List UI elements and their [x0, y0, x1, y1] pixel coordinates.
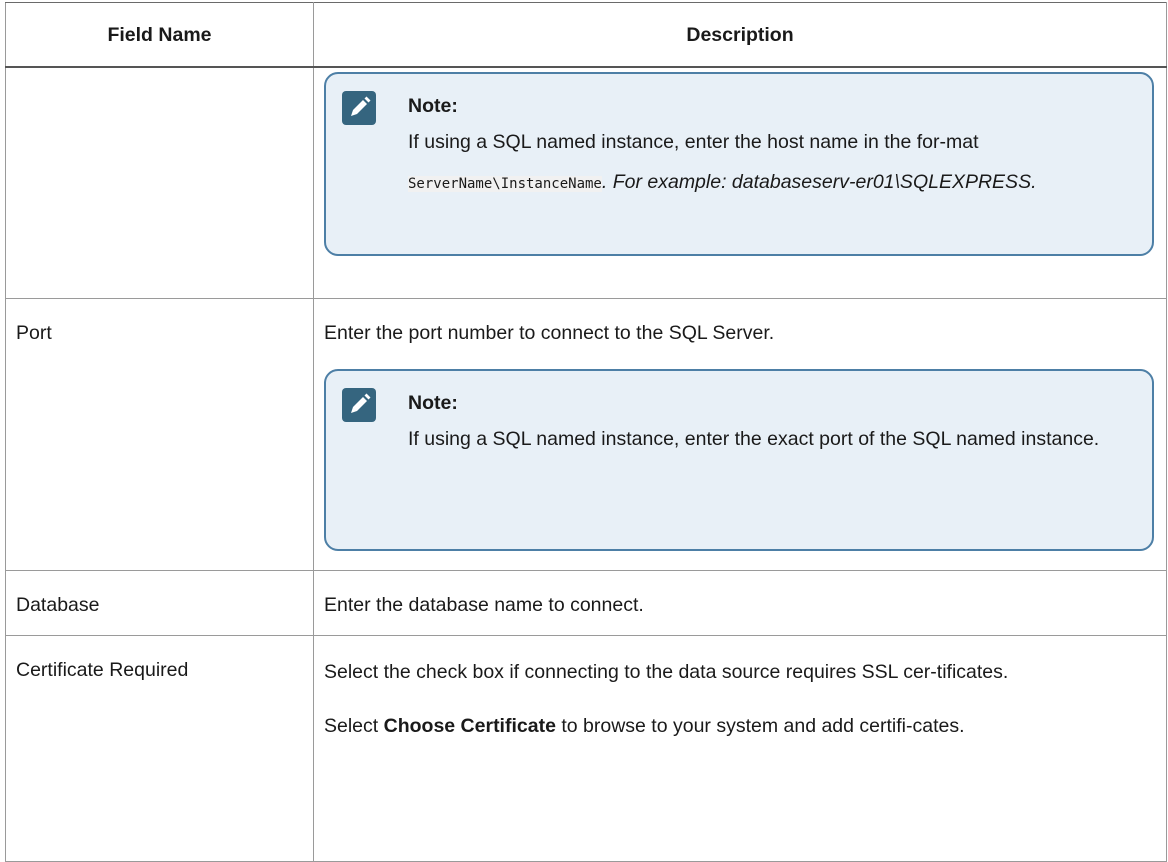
table-row: Note: If using a SQL named instance, ent…: [5, 66, 1167, 299]
note-title: Note:: [408, 95, 458, 117]
para-end: to browse to your system and add certifi…: [555, 714, 965, 737]
fields-table: Field Name Description Note: If using a: [5, 2, 1167, 862]
field-cell: [5, 66, 314, 299]
description-cell: Enter the database name to connect.: [313, 569, 1167, 636]
description-paragraph: Select Choose Certificate to browse to y…: [324, 706, 1156, 746]
description-text: Enter the database name to connect.: [324, 593, 644, 616]
note-title: Note:: [408, 391, 458, 414]
choose-certificate-label: Choose Certificate: [383, 714, 556, 737]
note-box: Note: If using a SQL named instance, ent…: [324, 72, 1154, 256]
description-text: Enter the port number to connect to the …: [324, 321, 775, 344]
para-start: Select: [324, 714, 384, 737]
table-header-row: Field Name Description: [5, 2, 1167, 68]
note-code: ServerName\InstanceName: [408, 176, 602, 192]
description-cell: Note: If using a SQL named instance, ent…: [313, 66, 1167, 299]
note-box: Note: If using a SQL named instance, ent…: [324, 368, 1154, 551]
header-description: Description: [313, 2, 1167, 68]
field-cell: Certificate Required: [5, 634, 314, 862]
description-text: Select the check box if connecting to th…: [324, 660, 1009, 683]
field-name: Database: [16, 593, 100, 616]
field-name: Port: [16, 321, 52, 344]
note-text-start: If using a SQL named instance, enter the…: [408, 131, 979, 153]
description-cell: Enter the port number to connect to the …: [313, 297, 1167, 571]
note-text: If using a SQL named instance, enter the…: [408, 122, 1132, 204]
pencil-icon: [342, 91, 376, 125]
pencil-icon: [342, 387, 376, 422]
field-cell: Database: [5, 569, 314, 636]
note-example: . For example: databaseserv-er01\SQLEXPR…: [601, 171, 1037, 193]
field-cell: Port: [5, 297, 314, 571]
table-row: Certificate Required Select the check bo…: [5, 634, 1167, 862]
description-cell: Select the check box if connecting to th…: [313, 634, 1167, 862]
note-text: If using a SQL named instance, enter the…: [408, 427, 1100, 450]
table-row: Port Enter the port number to connect to…: [5, 297, 1167, 571]
field-name: Certificate Required: [16, 658, 189, 681]
header-field-name: Field Name: [5, 2, 314, 68]
table-row: Database Enter the database name to conn…: [5, 569, 1167, 636]
